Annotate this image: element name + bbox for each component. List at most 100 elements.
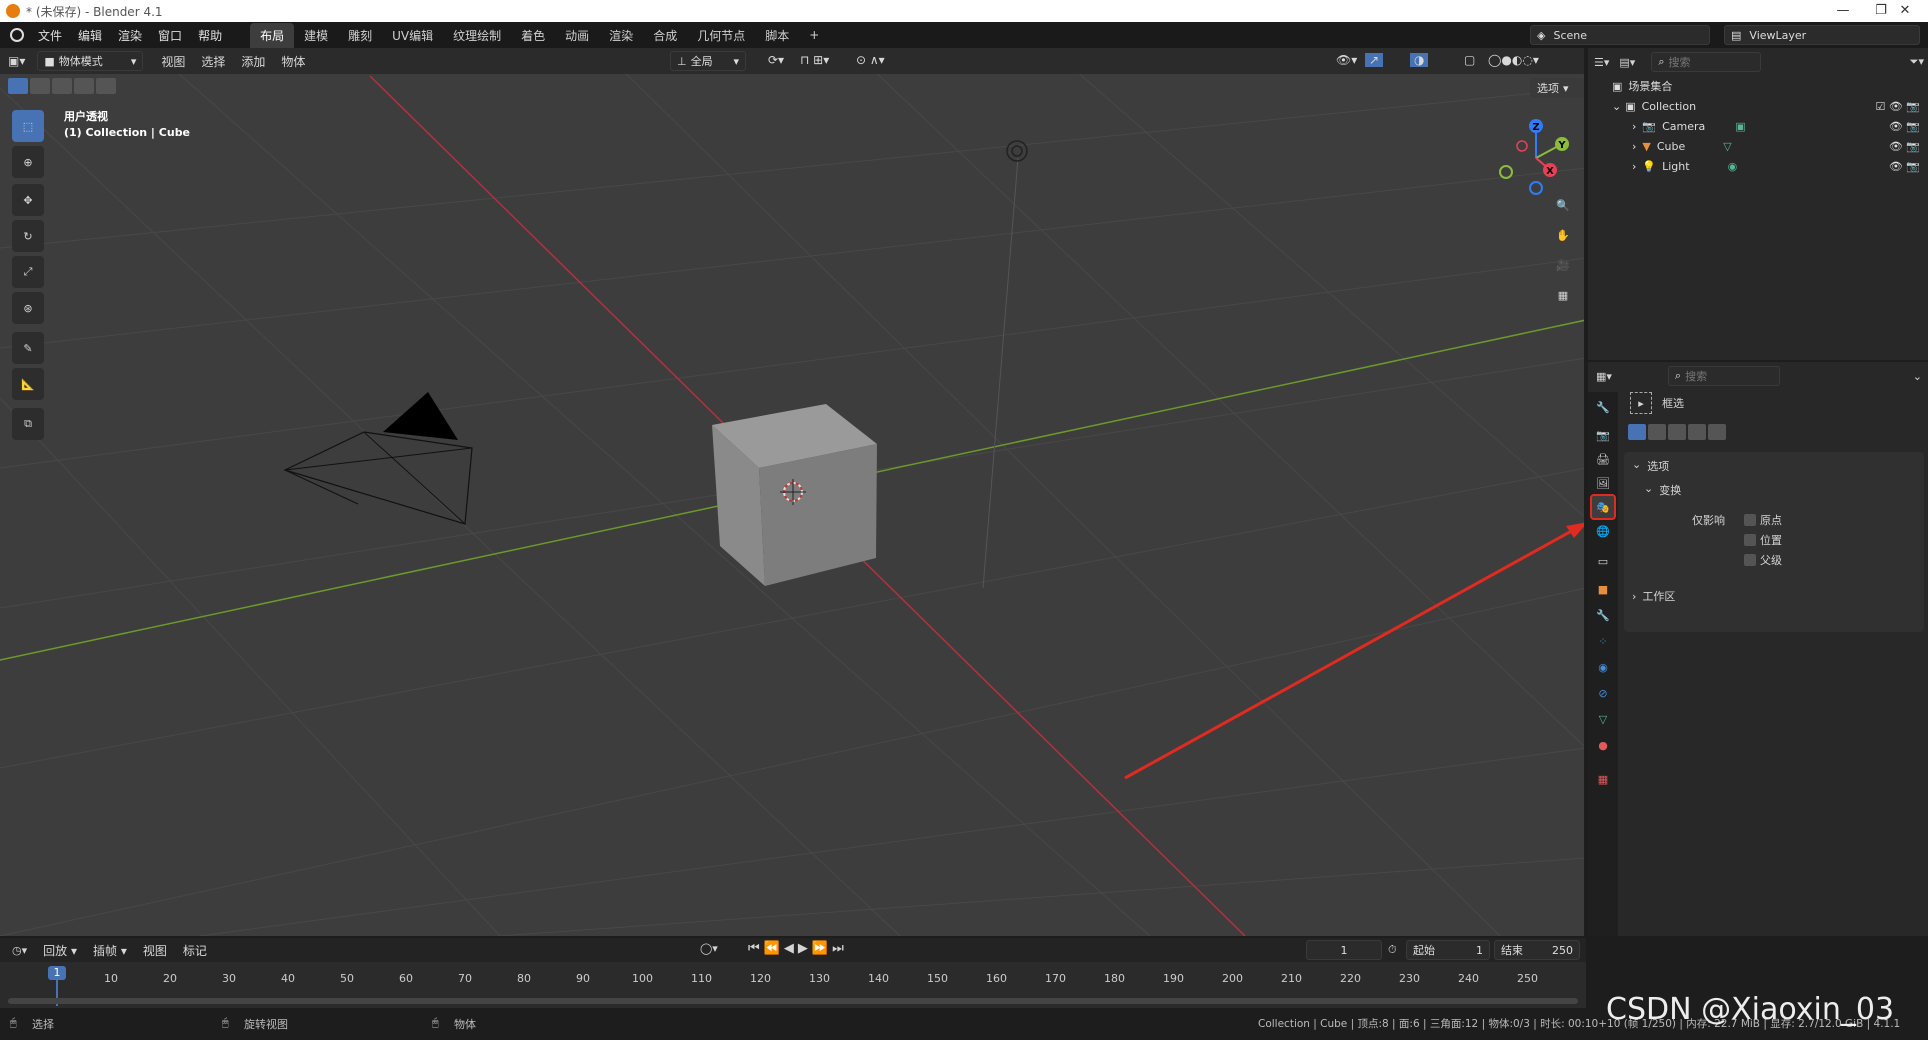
select-new-icon[interactable] — [8, 78, 28, 94]
perspective-grid-icon[interactable]: ▦ — [1550, 282, 1576, 308]
scene-collection-row[interactable]: ▣ 场景集合 — [1588, 76, 1928, 96]
properties-search-input[interactable]: ⌕ 搜索 — [1667, 366, 1780, 386]
tool-measure[interactable]: 📐 — [12, 368, 44, 400]
tab-tool-icon[interactable]: 🔧 — [1590, 394, 1616, 420]
tab-geometry-nodes[interactable]: 几何节点 — [687, 23, 755, 48]
tool-rotate[interactable]: ↻ — [12, 220, 44, 252]
editor-type-icon[interactable]: ▣▾ — [0, 54, 33, 68]
current-frame-field[interactable]: 1 — [1306, 940, 1382, 960]
transform-header[interactable]: ⌄ 变换 — [1624, 480, 1924, 500]
zoom-icon[interactable]: 🔍 — [1550, 192, 1576, 218]
blender-menu-icon[interactable] — [10, 28, 24, 42]
start-frame-field[interactable]: 起始 1 — [1406, 940, 1490, 960]
visibility-icon[interactable]: 👁▾ — [1328, 53, 1365, 67]
select-invert-icon[interactable] — [74, 78, 94, 94]
properties-editor-icon[interactable]: ▦▾ — [1596, 370, 1612, 383]
checkbox-parents[interactable]: 父级 — [1744, 552, 1782, 568]
tool-add-cube[interactable]: ⧉ — [12, 408, 44, 440]
select-invert-icon[interactable] — [1688, 424, 1706, 440]
menu-select[interactable]: 选择 — [193, 53, 233, 70]
tab-texture-icon[interactable]: ▦ — [1590, 766, 1616, 792]
menu-file[interactable]: 文件 — [30, 27, 70, 44]
outliner-item-camera[interactable]: › 📷 Camera ▣ 👁 📷 — [1588, 116, 1928, 136]
tab-world-icon[interactable]: 🌐 — [1590, 518, 1616, 544]
expand-down-icon[interactable]: ⌄ — [1612, 100, 1621, 113]
origin-checkbox[interactable] — [1744, 514, 1756, 526]
tab-modeling[interactable]: 建模 — [294, 23, 338, 48]
outliner-editor-icon[interactable]: ☰▾ — [1594, 56, 1609, 69]
tab-material-icon[interactable]: ● — [1590, 732, 1616, 758]
chevron-down-icon[interactable]: ⌄ — [1913, 370, 1922, 383]
tab-shading[interactable]: 着色 — [511, 23, 555, 48]
location-checkbox[interactable] — [1744, 534, 1756, 546]
menu-object[interactable]: 物体 — [273, 53, 313, 70]
timeline-menu-playback[interactable]: 回放 ▾ — [35, 942, 85, 959]
tab-scripting[interactable]: 脚本 — [755, 23, 799, 48]
tab-layout[interactable]: 布局 — [250, 22, 295, 48]
transform-orientation[interactable]: ⊥ 全局 ▾ — [670, 51, 746, 71]
checkbox-location[interactable]: 位置 — [1744, 532, 1782, 548]
tab-rendering[interactable]: 渲染 — [599, 23, 643, 48]
tool-cursor[interactable]: ⊕ — [12, 146, 44, 178]
parents-checkbox[interactable] — [1744, 554, 1756, 566]
display-mode-icon[interactable]: ▤▾ — [1619, 56, 1635, 69]
outliner-item-light[interactable]: › 💡 Light ◉ 👁 📷 — [1588, 156, 1928, 176]
pan-hand-icon[interactable]: ✋ — [1550, 222, 1576, 248]
select-new-icon[interactable] — [1628, 424, 1646, 440]
tab-constraints-icon[interactable]: ⊘ — [1590, 680, 1616, 706]
navigation-gizmo[interactable]: Z Y X — [1490, 114, 1582, 200]
scene-selector[interactable]: ◈ Scene — [1530, 25, 1710, 45]
workspace-section[interactable]: › 工作区 — [1624, 584, 1924, 608]
3d-viewport[interactable]: ▣▾ ■ 物体模式 ▾ 视图 选择 添加 物体 ⊥ 全局 ▾ ⟳▾ ⊓ ⊞▾ ⊙ ∧▾ … — [0, 48, 1586, 936]
select-subtract-icon[interactable] — [52, 78, 72, 94]
outliner-search-input[interactable]: ⌕ 搜索 — [1651, 52, 1762, 72]
menu-add[interactable]: 添加 — [233, 53, 273, 70]
filter-icon[interactable]: ⏷▾ — [1910, 55, 1924, 69]
menu-view[interactable]: 视图 — [153, 53, 193, 70]
select-extend-icon[interactable] — [30, 78, 50, 94]
tool-select-box[interactable]: ⬚ — [12, 110, 44, 142]
timeline-editor-icon[interactable]: ◷▾ — [12, 944, 27, 957]
playhead-frame[interactable]: 1 — [48, 966, 66, 980]
close-button[interactable]: ✕ — [1882, 0, 1928, 22]
tab-animation[interactable]: 动画 — [555, 23, 599, 48]
outliner-item-cube[interactable]: › ▼ Cube ▽ 👁 📷 — [1588, 136, 1928, 156]
overlay-toggle-icon[interactable]: ◑ — [1410, 53, 1429, 67]
tab-collection-icon[interactable]: ▭ — [1590, 548, 1616, 574]
timeline-scrollbar[interactable] — [8, 998, 1578, 1004]
camera-object[interactable] — [283, 392, 473, 525]
tab-data-icon[interactable]: ▽ — [1590, 706, 1616, 732]
tab-render-icon[interactable]: 📷 — [1590, 422, 1616, 448]
options-header[interactable]: ⌄ 选项 — [1624, 452, 1924, 480]
tool-scale[interactable]: ⤢ — [12, 256, 44, 288]
playback-controls[interactable]: ⏮⏪◀▶⏩⏭ — [748, 941, 848, 956]
expand-right-icon[interactable]: › — [1632, 140, 1636, 153]
menu-edit[interactable]: 编辑 — [70, 27, 110, 44]
light-object-icon[interactable] — [1006, 140, 1028, 162]
timeline-menu-marker[interactable]: 标记 — [175, 942, 215, 959]
gizmo-toggle-icon[interactable]: ↗ — [1365, 53, 1384, 67]
proportional-edit-icon[interactable]: ⊙ ∧▾ — [848, 53, 893, 67]
tab-object-icon[interactable]: ■ — [1590, 576, 1616, 602]
view-layer-selector[interactable]: ▤ ViewLayer — [1724, 25, 1920, 45]
pivot-icon[interactable]: ⟳▾ — [760, 53, 792, 67]
tool-transform[interactable]: ⊛ — [12, 292, 44, 324]
tab-particles-icon[interactable]: ⁘ — [1590, 628, 1616, 654]
cube-object[interactable] — [712, 404, 877, 586]
menu-help[interactable]: 帮助 — [190, 27, 230, 44]
expand-right-icon[interactable]: › — [1632, 120, 1636, 133]
tool-move[interactable]: ✥ — [12, 184, 44, 216]
tab-sculpting[interactable]: 雕刻 — [338, 23, 382, 48]
tab-scene-icon[interactable]: 🎭 — [1590, 494, 1616, 520]
tool-annotate[interactable]: ✎ — [12, 332, 44, 364]
snap-icon[interactable]: ⊓ ⊞▾ — [792, 53, 837, 67]
options-dropdown[interactable]: 选项 ▾ — [1530, 78, 1584, 98]
menu-window[interactable]: 窗口 — [150, 27, 190, 44]
tab-output-icon[interactable]: 🖨 — [1590, 446, 1616, 472]
end-frame-field[interactable]: 结束 250 — [1494, 940, 1580, 960]
timeline-menu-view[interactable]: 视图 — [135, 942, 175, 959]
auto-key-icon[interactable]: ◯▾ — [700, 942, 718, 955]
select-intersect-icon[interactable] — [1708, 424, 1726, 440]
camera-view-icon[interactable]: 🎥 — [1550, 252, 1576, 278]
select-extend-icon[interactable] — [1648, 424, 1666, 440]
